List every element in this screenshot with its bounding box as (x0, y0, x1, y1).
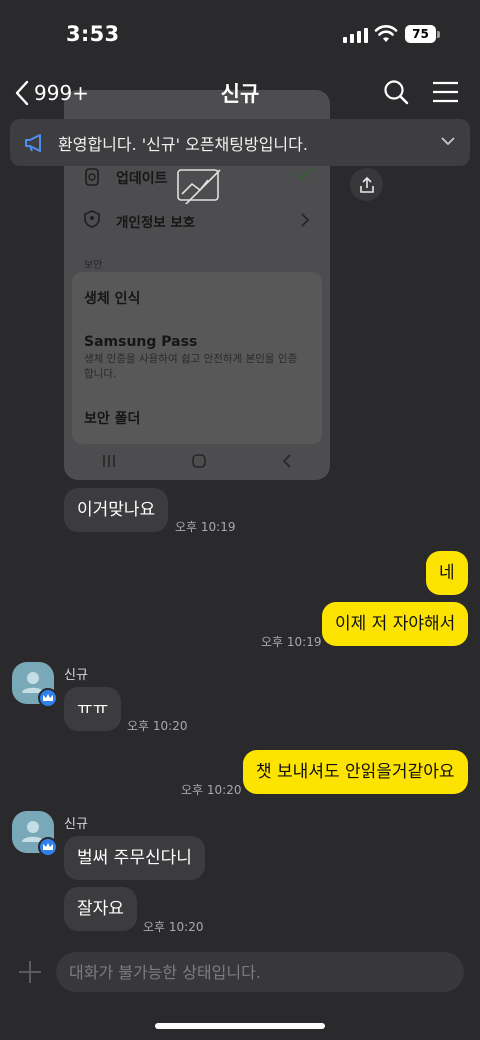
notice-banner[interactable]: 환영합니다. '신규' 오픈채팅방입니다. (10, 119, 470, 166)
chevron-down-icon[interactable] (440, 133, 456, 149)
cellular-signal-icon (343, 27, 368, 43)
battery-indicator: 75 (405, 25, 436, 43)
sender-name: 신규 (64, 817, 88, 832)
image-item-secure-folder: 보안 폴더 (84, 411, 141, 427)
message-time: 오후 10:20 (143, 920, 204, 934)
message-time: 오후 10:19 (175, 520, 236, 534)
message-bubble-incoming[interactable]: 잘자요 (64, 887, 137, 931)
image-section-label: 보안 (84, 260, 103, 271)
chevron-right-icon (301, 213, 310, 227)
menu-icon[interactable] (432, 80, 459, 104)
message-bubble-outgoing[interactable]: 이제 저 자야해서 (322, 602, 469, 646)
home-icon (192, 454, 206, 468)
image-item-samsung-pass: Samsung Pass (84, 334, 198, 350)
sender-name: 신규 (64, 668, 88, 683)
notice-text: 환영합니다. '신규' 오픈채팅방입니다. (58, 134, 308, 154)
privacy-shield-icon (84, 210, 100, 228)
message-bubble-outgoing[interactable]: 네 (426, 551, 468, 595)
avatar[interactable] (12, 662, 58, 708)
unread-count: 999+ (34, 81, 89, 105)
crown-icon (38, 688, 58, 708)
message-time: 오후 10:20 (181, 783, 242, 797)
image-row-update: 업데이트 (116, 171, 168, 187)
search-icon[interactable] (382, 78, 410, 106)
crown-icon (38, 837, 58, 857)
megaphone-icon (25, 133, 41, 152)
image-item-biometrics: 생체 인식 (84, 291, 141, 307)
image-android-navbar (64, 442, 330, 480)
android-back-icon (282, 454, 291, 468)
status-time: 3:53 (66, 22, 120, 46)
check-icon (296, 168, 312, 180)
message-bubble-outgoing[interactable]: 챗 보내셔도 안읽을거같아요 (243, 750, 468, 794)
chat-room-title: 신규 (220, 82, 260, 106)
plus-icon[interactable] (16, 958, 44, 986)
home-indicator (155, 1023, 325, 1029)
recents-icon (103, 455, 115, 467)
avatar[interactable] (12, 811, 58, 857)
image-samsung-pass-desc: 생체 인증을 사용하여 쉽고 안전하게 본인을 인증합니다. (84, 353, 298, 380)
back-chevron-icon (15, 80, 29, 106)
share-button[interactable] (350, 168, 383, 201)
image-row-privacy: 개인정보 보호 (116, 215, 196, 231)
wifi-icon (374, 25, 398, 42)
message-time: 오후 10:19 (261, 635, 322, 649)
image-placeholder-icon (177, 169, 221, 204)
message-input[interactable] (56, 952, 464, 992)
share-icon (359, 176, 374, 193)
message-bubble-incoming[interactable]: 벌써 주무신다니 (64, 836, 205, 880)
message-bubble-incoming[interactable]: 이거맞나요 (64, 488, 169, 532)
back-button[interactable]: 999+ (14, 76, 89, 110)
battery-tip (437, 31, 440, 38)
message-bubble-incoming[interactable]: ㅠㅠ (64, 687, 122, 731)
message-time: 오후 10:20 (127, 719, 188, 733)
update-icon (85, 168, 99, 186)
